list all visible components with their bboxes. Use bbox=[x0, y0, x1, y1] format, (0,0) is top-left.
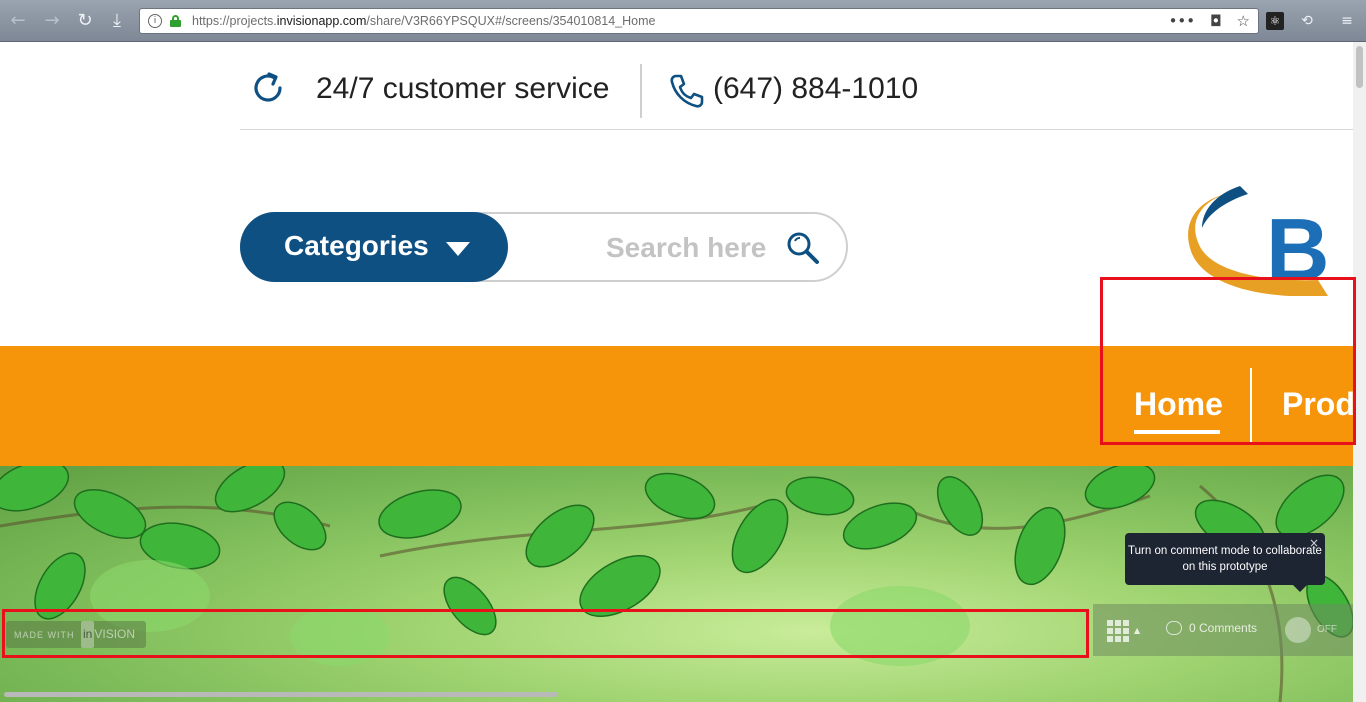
search-icon[interactable] bbox=[785, 230, 821, 266]
phone-number[interactable]: (647) 884-1010 bbox=[713, 72, 918, 106]
close-icon[interactable]: × bbox=[1309, 535, 1319, 551]
extension-icon[interactable]: ⚛ bbox=[1266, 12, 1284, 30]
caret-up-icon[interactable]: ▲ bbox=[1134, 626, 1140, 635]
top-info-bar: 24/7 customer service (647) 884-1010 bbox=[240, 42, 1353, 130]
toggle-state: OFF bbox=[1317, 624, 1337, 635]
download-icon[interactable]: ⤓ bbox=[107, 11, 127, 31]
phone-icon bbox=[670, 74, 704, 108]
comments-count[interactable]: 0 Comments bbox=[1189, 621, 1257, 635]
info-icon[interactable]: i bbox=[148, 14, 162, 28]
comment-icon[interactable] bbox=[1166, 621, 1182, 635]
categories-button[interactable]: Categories bbox=[240, 212, 508, 282]
back-icon[interactable]: ← bbox=[8, 11, 28, 31]
invision-toolbar: ▲ 0 Comments OFF bbox=[1093, 604, 1353, 656]
search-bar: Categories Search here bbox=[240, 212, 848, 282]
address-bar[interactable]: i https://projects.invisionapp.com/share… bbox=[139, 8, 1259, 34]
screens-grid-icon[interactable] bbox=[1107, 620, 1129, 642]
highlight-box-nav bbox=[1100, 277, 1356, 445]
browser-toolbar: ← → ↻ ⤓ i https://projects.invisionapp.c… bbox=[0, 0, 1366, 42]
categories-label: Categories bbox=[284, 230, 429, 261]
reload-icon[interactable]: ↻ bbox=[75, 11, 95, 31]
page-actions-icon[interactable]: ••• bbox=[1169, 12, 1196, 30]
refresh-icon bbox=[254, 72, 282, 102]
lock-icon bbox=[170, 15, 181, 27]
highlight-box-bottom bbox=[2, 609, 1089, 658]
chevron-down-icon bbox=[446, 242, 470, 256]
service-text: 24/7 customer service bbox=[316, 72, 610, 105]
search-input[interactable]: Search here bbox=[606, 232, 766, 264]
comment-mode-toggle[interactable]: OFF bbox=[1285, 617, 1341, 643]
history-icon[interactable]: ⟲ bbox=[1298, 12, 1316, 30]
divider bbox=[640, 64, 642, 118]
comment-mode-tooltip: Turn on comment mode to collaborate on t… bbox=[1125, 533, 1325, 592]
menu-icon[interactable]: ≡ bbox=[1338, 12, 1356, 30]
url-text[interactable]: https://projects.invisionapp.com/share/V… bbox=[192, 14, 655, 28]
horizontal-scrollbar[interactable] bbox=[0, 690, 1090, 698]
forward-icon[interactable]: → bbox=[42, 11, 62, 31]
bookmark-star-icon[interactable]: ☆ bbox=[1237, 12, 1250, 30]
pocket-icon[interactable]: ◘ bbox=[1210, 12, 1222, 30]
